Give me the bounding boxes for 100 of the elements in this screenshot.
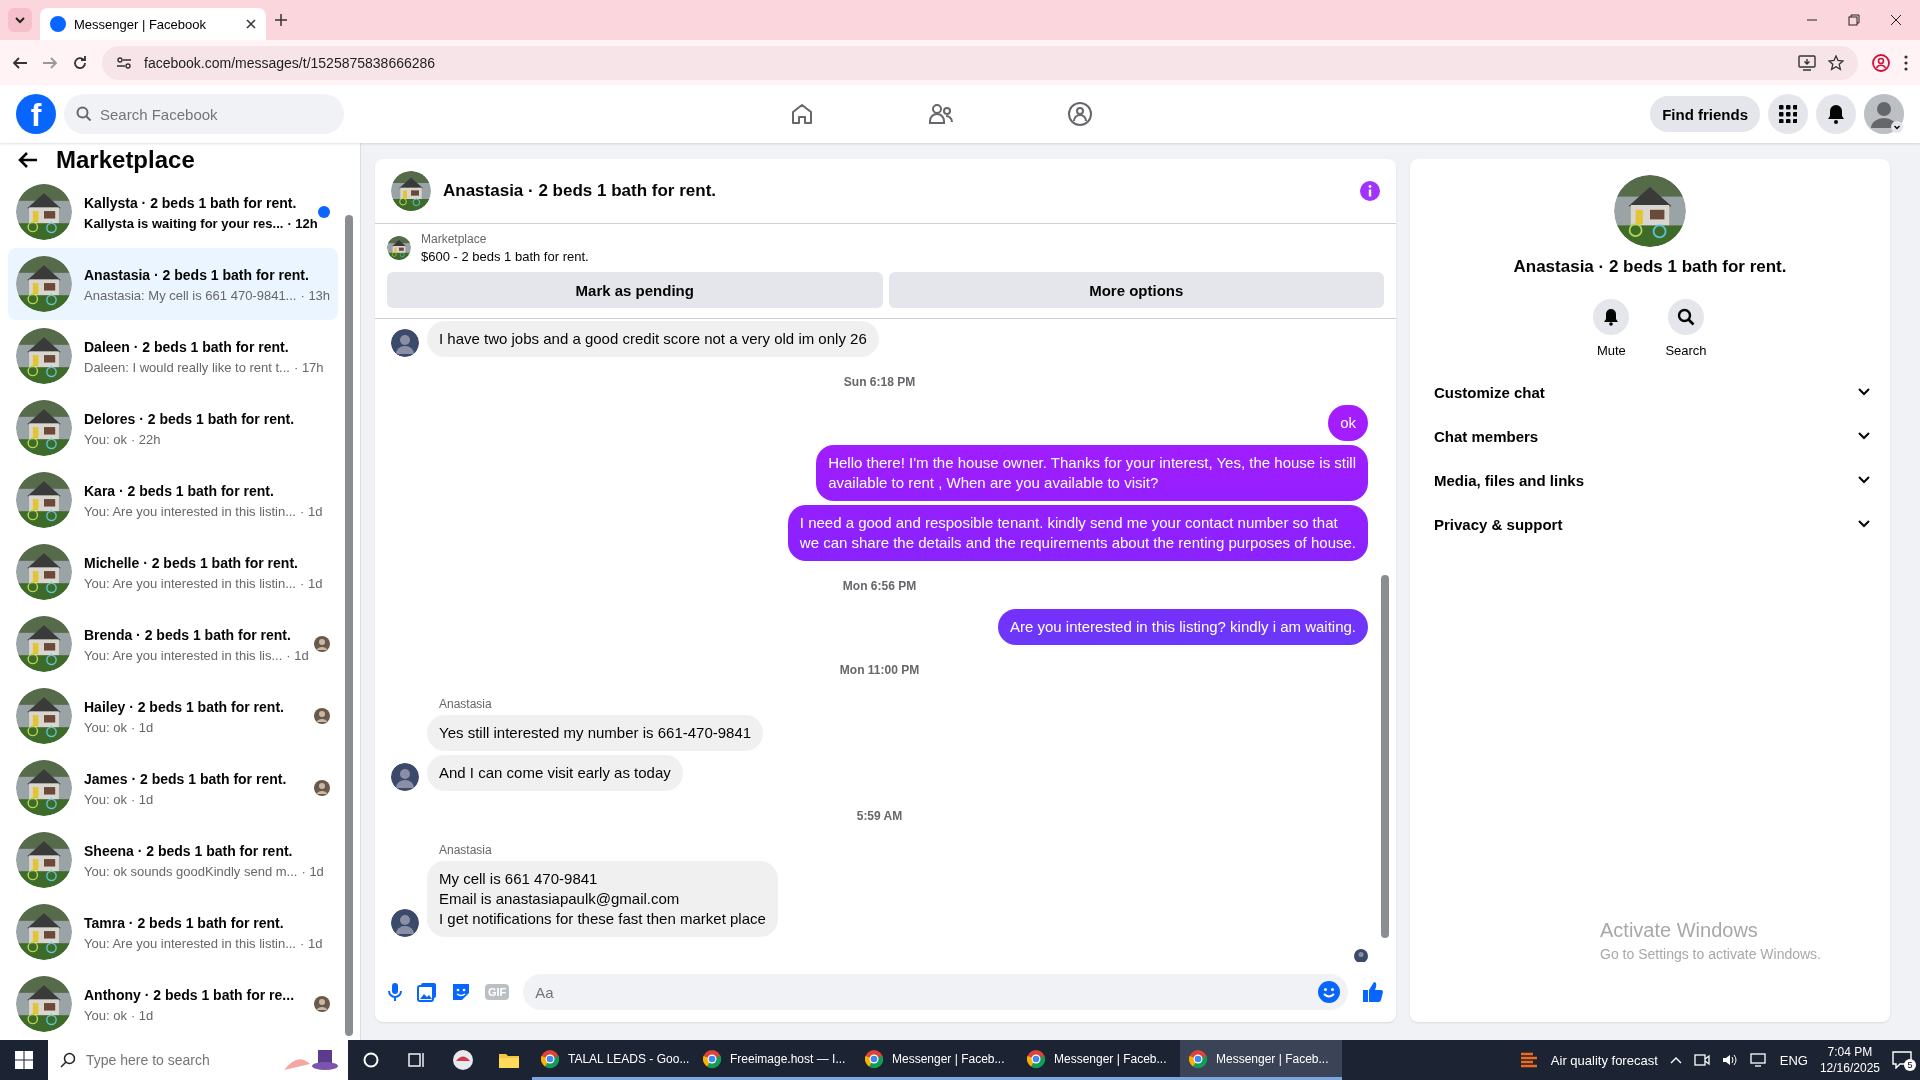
microphone-icon[interactable] xyxy=(387,982,403,1002)
taskbar-app[interactable]: Freeimage.host — I... xyxy=(694,1040,856,1080)
taskbar-app[interactable]: Messenger | Faceb... xyxy=(1180,1040,1342,1080)
conversation-title: Michelle · 2 beds 1 bath for rent. xyxy=(84,554,298,571)
message-preview: You: ok xyxy=(84,791,127,807)
conversation-title: Kallysta · 2 beds 1 bath for rent. xyxy=(84,194,297,211)
message-preview: You: Are you interested in this listin... xyxy=(84,575,296,591)
chat-title: Anastasia · 2 beds 1 bath for rent. xyxy=(443,181,717,201)
message-preview: You: Are you interested in this lis... xyxy=(84,647,283,663)
install-icon[interactable] xyxy=(1798,54,1816,71)
browser-tab[interactable]: Messenger | Facebook xyxy=(40,8,266,40)
search-icon xyxy=(1677,308,1695,326)
conversation-title: James · 2 beds 1 bath for rent. xyxy=(84,770,287,787)
restore-icon[interactable] xyxy=(1848,14,1860,26)
conversation-item[interactable]: Kara · 2 beds 1 bath for rent. You: Are you interested in this listin... · 1d xyxy=(8,464,338,536)
sent-message[interactable]: Hello there! I'm the house owner. Thanks for your interest, Yes, the house is still available to rent , When are you available to visit? xyxy=(816,445,1368,501)
section-toggle[interactable]: Media, files and links xyxy=(1418,458,1882,502)
star-icon[interactable] xyxy=(1828,54,1844,71)
circle-icon xyxy=(363,1052,379,1068)
conversation-item[interactable]: Daleen · 2 beds 1 bath for rent. Daleen: I would really like to rent t... · 17h xyxy=(8,320,338,392)
message-input[interactable]: Aa xyxy=(523,974,1348,1010)
tab-search-icon[interactable] xyxy=(8,8,32,32)
network-icon[interactable] xyxy=(1749,1053,1768,1067)
received-message[interactable]: I have two jobs and a good credit score not a very old im only 26 xyxy=(427,321,879,357)
sender-name: Anastasia xyxy=(439,697,492,711)
menu-button[interactable] xyxy=(1768,94,1808,134)
conversation-title: Daleen · 2 beds 1 bath for rent. xyxy=(84,338,289,355)
bell-icon xyxy=(1603,308,1620,326)
section-toggle[interactable]: Privacy & support xyxy=(1418,502,1882,546)
section-toggle[interactable]: Chat members xyxy=(1418,414,1882,458)
search-icon xyxy=(76,106,92,122)
info-icon[interactable] xyxy=(1360,181,1380,201)
chevron-down-icon xyxy=(1858,476,1870,484)
seen-avatar-icon xyxy=(1354,949,1368,962)
section-toggle[interactable]: Customize chat xyxy=(1418,370,1882,414)
search-icon xyxy=(60,1052,76,1068)
close-icon[interactable] xyxy=(1890,14,1902,26)
account-button[interactable] xyxy=(1864,94,1904,134)
sticker-icon[interactable] xyxy=(451,982,471,1002)
browser-icon xyxy=(1026,1048,1046,1069)
search-field[interactable]: Search Facebook xyxy=(64,94,344,134)
folder-icon xyxy=(498,1051,520,1069)
message-time: · 1d xyxy=(130,1007,154,1023)
conversation-item[interactable]: James · 2 beds 1 bath for rent. You: ok · 1d xyxy=(8,752,338,824)
image-icon[interactable] xyxy=(417,982,437,1002)
taskbar-search-field[interactable]: Type here to search xyxy=(48,1040,348,1080)
received-message[interactable]: And I can come visit early as today xyxy=(427,755,683,791)
thumbs-up-icon[interactable] xyxy=(1362,981,1384,1003)
sent-message[interactable]: Are you interested in this listing? kindly i am waiting. xyxy=(998,609,1368,645)
message-time: · 13h xyxy=(300,287,331,303)
language-indicator[interactable]: ENG xyxy=(1779,1052,1808,1068)
received-message[interactable]: Yes still interested my number is 661-470-9841 xyxy=(427,715,764,751)
new-tab-icon[interactable] xyxy=(274,13,288,27)
weather-text[interactable]: Air quality forecast xyxy=(1550,1052,1658,1068)
conversation-item[interactable]: Tamra · 2 beds 1 bath for rent. You: Are you interested in this listin... · 1d xyxy=(8,896,338,968)
emoji-icon[interactable] xyxy=(1318,981,1340,1003)
listing-action-button[interactable]: Mark as pending xyxy=(387,272,883,308)
favicon-icon xyxy=(50,16,66,32)
address-bar[interactable]: facebook.com/messages/t/1525875838666286 xyxy=(102,45,1858,80)
close-icon[interactable] xyxy=(246,19,256,29)
menu-icon[interactable] xyxy=(1904,54,1908,71)
conversation-item[interactable]: Brenda · 2 beds 1 bath for rent. You: Are you interested in this lis... · 1d xyxy=(8,608,338,680)
profile-icon[interactable] xyxy=(1872,53,1890,72)
received-message[interactable]: My cell is 661 470-9841 Email is anastasiapaulk@gmail.com I get notifications for these fast then market place xyxy=(427,861,778,937)
conversation-item[interactable]: Anastasia · 2 beds 1 bath for rent. Anastasia: My cell is 661 470-9841... · 13h xyxy=(8,248,338,320)
home-icon xyxy=(790,102,814,126)
meet-icon[interactable] xyxy=(1693,1053,1710,1067)
reload-icon[interactable] xyxy=(72,54,88,71)
facebook-logo[interactable]: f xyxy=(16,94,56,134)
message-preview: You: ok xyxy=(84,431,127,447)
notifications-button[interactable] xyxy=(1816,94,1856,134)
clock[interactable]: 7:04 PM 12/16/2025 xyxy=(1819,1044,1880,1076)
site-settings-icon[interactable] xyxy=(116,54,132,71)
sent-message[interactable]: I need a good and resposible tenant. kindly send me your contact number so that we can share the details and the requirements about the renting purposes of house. xyxy=(787,505,1368,561)
message-time: · 1d xyxy=(300,935,323,951)
conversation-item[interactable]: Hailey · 2 beds 1 bath for rent. You: ok · 1d xyxy=(8,680,338,752)
listing-title[interactable]: $600 - 2 beds 1 bath for rent. xyxy=(421,249,589,264)
conversation-item[interactable]: Delores · 2 beds 1 bath for rent. You: ok · 22h xyxy=(8,392,338,464)
activation-notice-text: Go to Settings to activate Windows. xyxy=(1600,946,1821,962)
volume-icon[interactable] xyxy=(1721,1053,1738,1067)
listing-action-button[interactable]: More options xyxy=(888,272,1384,308)
browser-icon xyxy=(540,1048,560,1069)
taskbar-app[interactable]: TALAL LEADS - Goo... xyxy=(532,1040,694,1080)
sender-name: Anastasia xyxy=(439,843,492,857)
browser-icon xyxy=(702,1048,722,1069)
conversation-title: Brenda · 2 beds 1 bath for rent. xyxy=(84,626,291,643)
conversation-item[interactable]: Kallysta · 2 beds 1 bath for rent. Kallysta is waiting for your res... · 12h xyxy=(8,176,338,248)
chevron-up-icon[interactable] xyxy=(1669,1056,1682,1064)
back-icon[interactable] xyxy=(18,150,38,169)
back-icon[interactable] xyxy=(12,54,28,71)
conversation-item[interactable]: Sheena · 2 beds 1 bath for rent. You: ok sounds goodKindly send m... · 1d xyxy=(8,824,338,896)
timestamp: Mon 6:56 PM xyxy=(842,579,917,593)
speech-bubble-icon xyxy=(1892,1051,1912,1069)
taskbar-app[interactable]: Messenger | Faceb... xyxy=(856,1040,1018,1080)
forward-icon[interactable] xyxy=(42,54,58,71)
find-friends-button[interactable]: Find friends xyxy=(1650,96,1760,132)
conversation-item[interactable]: Anthony · 2 beds 1 bath for re... You: ok · 1d xyxy=(8,968,338,1040)
sent-message[interactable]: ok xyxy=(1328,405,1368,441)
conversation-title: Kara · 2 beds 1 bath for rent. xyxy=(84,482,274,499)
conversation-item[interactable]: Michelle · 2 beds 1 bath for rent. You: Are you interested in this listin... · 1d xyxy=(8,536,338,608)
